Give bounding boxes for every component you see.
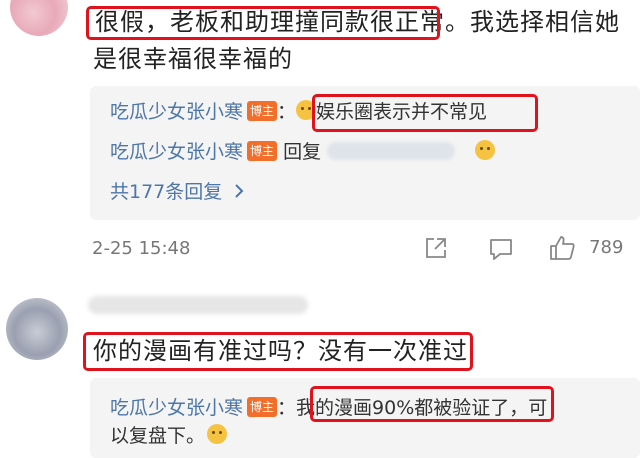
comment-text-rest: 。我选择相信她 xyxy=(445,8,620,36)
blogger-badge: 博主 xyxy=(247,141,278,161)
emoji-icon xyxy=(475,140,496,160)
like-icon xyxy=(550,236,575,260)
blogger-badge: 博主 xyxy=(247,101,278,121)
comment-date: 2-25 15:48 xyxy=(92,238,191,259)
highlight-box xyxy=(312,94,538,132)
reply-author[interactable]: 吃瓜少女张小寒 xyxy=(110,397,243,419)
more-replies-label: 共177条回复 xyxy=(110,181,223,203)
comment-text-line2: 是很幸福很幸福的 xyxy=(93,45,293,73)
highlight-box xyxy=(83,332,473,371)
emoji-icon xyxy=(207,424,228,444)
more-replies-link[interactable]: 共177条回复 xyxy=(110,178,246,206)
comment-icon[interactable] xyxy=(488,236,514,262)
like-button[interactable]: 789 xyxy=(548,234,623,262)
reply-body-line2: 以复盘下。 xyxy=(110,422,228,450)
reply-item[interactable]: 吃瓜少女张小寒 博主 回复 xyxy=(110,138,496,166)
reply-panel: 吃瓜少女张小寒 博主 ：我的漫画90%都被验证了，可 以复盘下。 xyxy=(90,378,640,458)
reply-separator: ： xyxy=(277,101,297,123)
blogger-badge: 博主 xyxy=(247,397,278,417)
like-count: 789 xyxy=(589,236,624,258)
chevron-right-icon xyxy=(235,184,244,198)
highlight-box xyxy=(310,386,554,422)
share-icon[interactable] xyxy=(424,236,448,260)
reply-prefix: 回复 xyxy=(283,141,322,163)
blurred-username xyxy=(88,296,308,314)
reply-body-line2-text: 以复盘下。 xyxy=(110,425,206,447)
avatar[interactable] xyxy=(10,0,68,36)
reply-separator: ： xyxy=(277,397,297,419)
reply-author[interactable]: 吃瓜少女张小寒 xyxy=(110,141,243,163)
blurred-username xyxy=(327,142,456,160)
avatar[interactable] xyxy=(6,298,68,360)
reply-panel: 吃瓜少女张小寒 博主：娱乐圈表示并不常见 吃瓜少女张小寒 博主 回复 共177条回复 xyxy=(90,86,640,220)
reply-author[interactable]: 吃瓜少女张小寒 xyxy=(110,101,243,123)
highlight-box xyxy=(86,6,440,40)
